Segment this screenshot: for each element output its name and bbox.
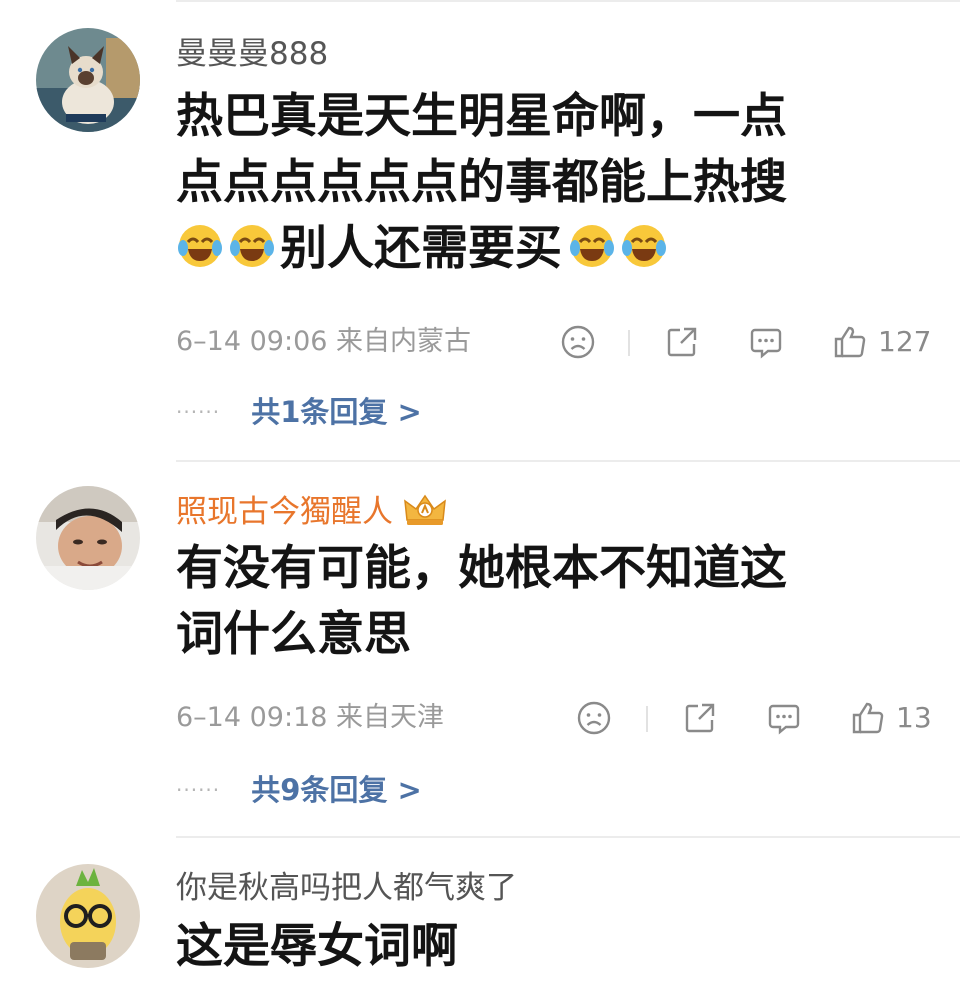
- comment-username[interactable]: 你是秋高吗把人都气爽了: [176, 870, 517, 906]
- comment-username[interactable]: 照现古今獨醒人: [176, 492, 447, 536]
- share-button[interactable]: [682, 698, 718, 738]
- thumbs-up-icon: [852, 702, 884, 734]
- comment-timestamp-location: 6–14 09:18 来自天津: [176, 702, 445, 733]
- comment-divider: [176, 836, 960, 838]
- view-replies-link[interactable]: 共9条回复 >: [251, 770, 422, 810]
- avatar[interactable]: [36, 28, 140, 132]
- cat-avatar-image: [36, 28, 140, 132]
- content-line: 点点点点点点的事都能上热搜: [176, 155, 787, 210]
- share-button[interactable]: [664, 322, 700, 362]
- like-button[interactable]: 127: [832, 322, 931, 362]
- view-replies-link[interactable]: 共1条回复 >: [251, 392, 422, 432]
- reply-dots: ······: [176, 400, 221, 424]
- content-line: 热巴真是天生明星命啊，一点: [176, 89, 787, 144]
- crown-icon: [403, 492, 447, 536]
- content-text: 别人还需要买: [280, 221, 562, 276]
- top-divider: [176, 0, 960, 2]
- share-icon: [685, 703, 715, 733]
- like-count: 127: [878, 325, 932, 358]
- action-divider: [646, 706, 648, 732]
- laugh-cry-emoji: [620, 222, 668, 288]
- comment-divider: [176, 460, 960, 462]
- comment-button[interactable]: [766, 698, 802, 738]
- content-line: 这是辱女词啊: [176, 919, 458, 974]
- laugh-cry-emoji: [176, 222, 224, 288]
- content-line: 词什么意思: [176, 607, 411, 662]
- comment-bubble-icon: [768, 704, 800, 735]
- like-button[interactable]: 13: [850, 698, 932, 738]
- comment-button[interactable]: [748, 322, 784, 362]
- comment-bubble-icon: [750, 328, 782, 359]
- laugh-cry-emoji: [228, 222, 276, 288]
- content-line: 别人还需要买: [176, 216, 906, 288]
- comment-username[interactable]: 曼曼曼888: [176, 36, 328, 72]
- reply-summary: ······ 共1条回复 >: [176, 392, 422, 432]
- comment-timestamp-location: 6–14 09:06 来自内蒙古: [176, 326, 472, 357]
- dislike-button[interactable]: [576, 698, 612, 738]
- username-text: 照现古今獨醒人: [176, 494, 393, 530]
- reply-summary: ······ 共9条回复 >: [176, 770, 422, 810]
- content-line: 有没有可能，她根本不知道这: [176, 541, 787, 596]
- comment-content: 热巴真是天生明星命啊，一点 点点点点点点的事都能上热搜 别人还需要买: [176, 84, 906, 288]
- comment-content: 这是辱女词啊: [176, 914, 906, 980]
- man-avatar-image: [36, 486, 140, 590]
- comment-meta: 6–14 09:06 来自内蒙古 127: [176, 322, 934, 362]
- comment-meta: 6–14 09:18 来自天津 13: [176, 698, 934, 738]
- laugh-cry-emoji: [568, 222, 616, 288]
- comment-content: 有没有可能，她根本不知道这 词什么意思: [176, 536, 906, 668]
- share-icon: [667, 327, 697, 357]
- avatar[interactable]: [36, 486, 140, 590]
- like-count: 13: [896, 701, 932, 734]
- dislike-button[interactable]: [560, 322, 596, 362]
- action-divider: [628, 330, 630, 356]
- sad-face-icon: [561, 325, 595, 359]
- sad-face-icon: [577, 701, 611, 735]
- reply-dots: ······: [176, 778, 221, 802]
- avatar[interactable]: [36, 864, 140, 968]
- pineapple-avatar-image: [36, 864, 140, 968]
- thumbs-up-icon: [834, 326, 866, 358]
